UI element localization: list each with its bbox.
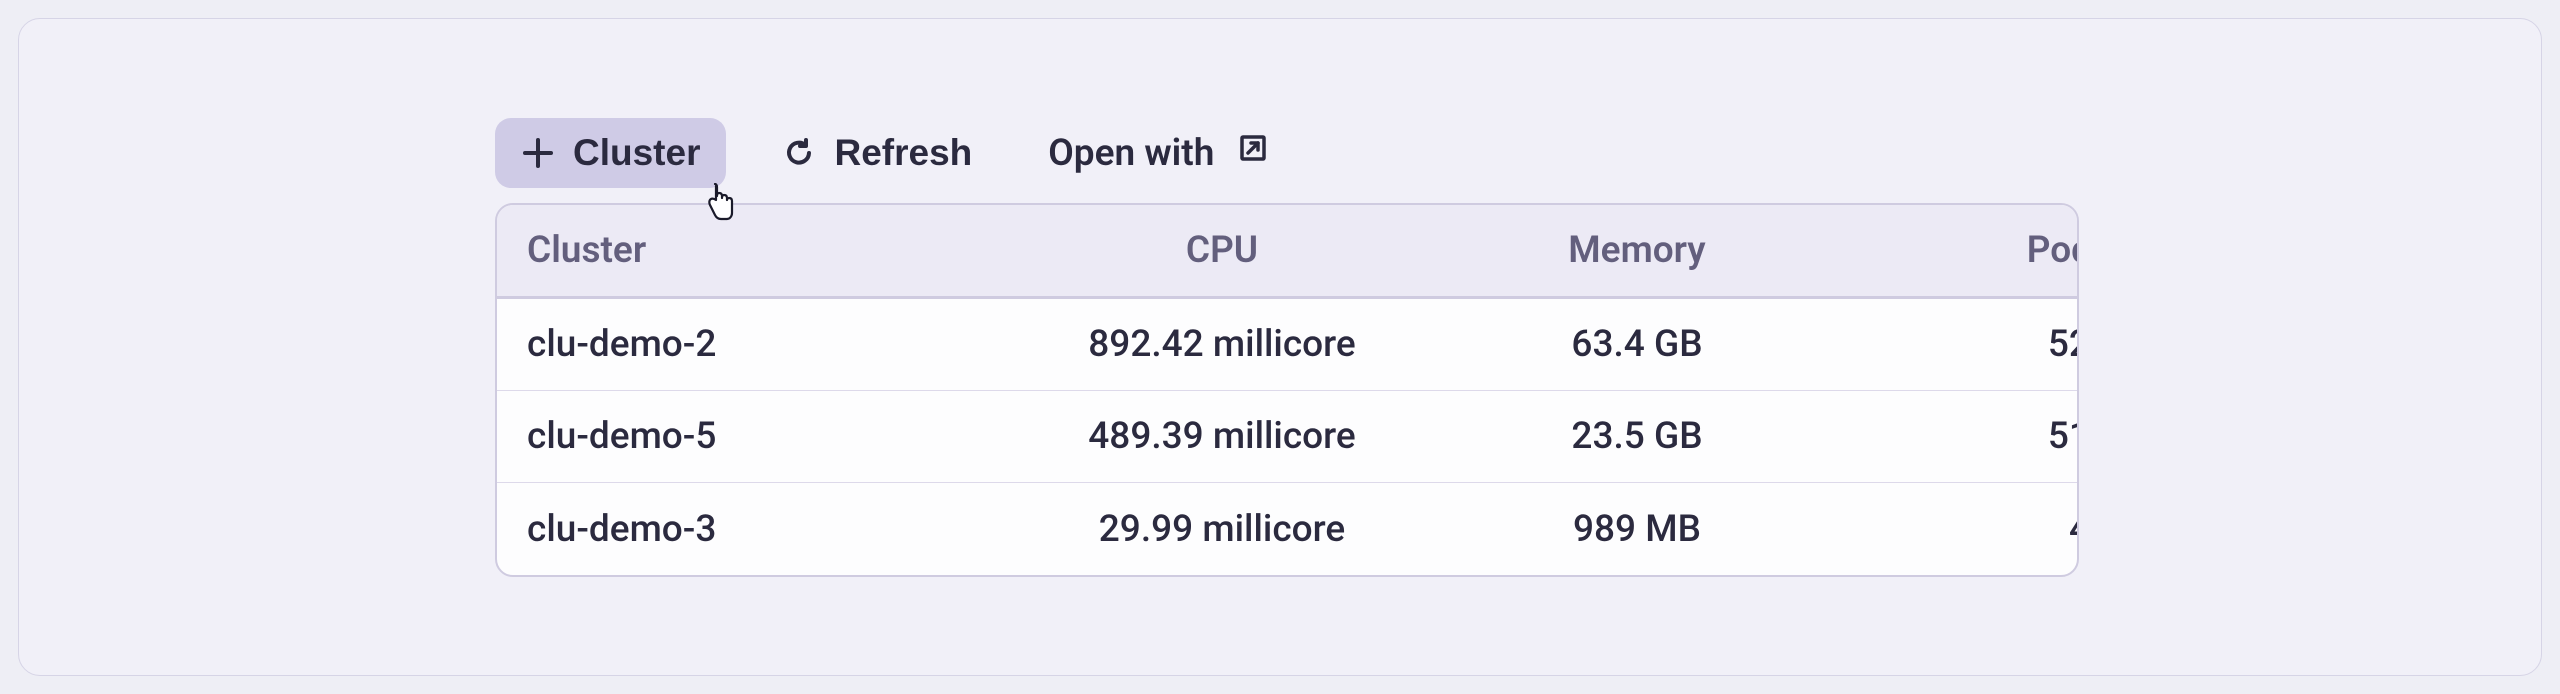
table-row[interactable]: clu-demo-2 892.42 millicore 63.4 GB 523 bbox=[497, 299, 2077, 391]
cell-pods: 48 bbox=[1837, 508, 2079, 551]
cell-cpu: 892.42 millicore bbox=[1007, 323, 1437, 366]
table-header-row: Cluster CPU Memory Pods bbox=[497, 205, 2077, 299]
cell-cpu: 29.99 millicore bbox=[1007, 508, 1437, 551]
refresh-icon bbox=[782, 136, 816, 170]
cell-memory: 23.5 GB bbox=[1437, 415, 1837, 458]
open-with-label: Open with bbox=[1048, 132, 1214, 175]
col-header-cluster[interactable]: Cluster bbox=[527, 229, 1007, 272]
col-header-pods[interactable]: Pods bbox=[1837, 229, 2079, 272]
table-row[interactable]: clu-demo-3 29.99 millicore 989 MB 48 bbox=[497, 483, 2077, 575]
toolbar: Cluster Refresh Open with bbox=[495, 117, 2079, 189]
cell-cluster: clu-demo-3 bbox=[527, 508, 1007, 551]
col-header-cpu[interactable]: CPU bbox=[1007, 229, 1437, 272]
cell-memory: 989 MB bbox=[1437, 508, 1837, 551]
refresh-label: Refresh bbox=[834, 132, 972, 174]
main-panel: Cluster Refresh Open with bbox=[18, 18, 2542, 676]
cell-memory: 63.4 GB bbox=[1437, 323, 1837, 366]
cell-pods: 514 bbox=[1837, 415, 2079, 458]
open-with-button[interactable]: Open with bbox=[1028, 117, 1290, 189]
clusters-table: Cluster CPU Memory Pods clu-demo-2 892.4… bbox=[495, 203, 2079, 577]
refresh-button[interactable]: Refresh bbox=[756, 118, 998, 188]
open-external-icon bbox=[1236, 131, 1270, 175]
table-row[interactable]: clu-demo-5 489.39 millicore 23.5 GB 514 bbox=[497, 391, 2077, 483]
cell-cluster: clu-demo-2 bbox=[527, 323, 1007, 366]
plus-icon bbox=[521, 136, 555, 170]
col-header-memory[interactable]: Memory bbox=[1437, 229, 1837, 272]
cell-cluster: clu-demo-5 bbox=[527, 415, 1007, 458]
cell-cpu: 489.39 millicore bbox=[1007, 415, 1437, 458]
content-area: Cluster Refresh Open with bbox=[495, 117, 2079, 577]
cell-pods: 523 bbox=[1837, 323, 2079, 366]
add-cluster-label: Cluster bbox=[573, 132, 700, 174]
add-cluster-button[interactable]: Cluster bbox=[495, 118, 726, 188]
